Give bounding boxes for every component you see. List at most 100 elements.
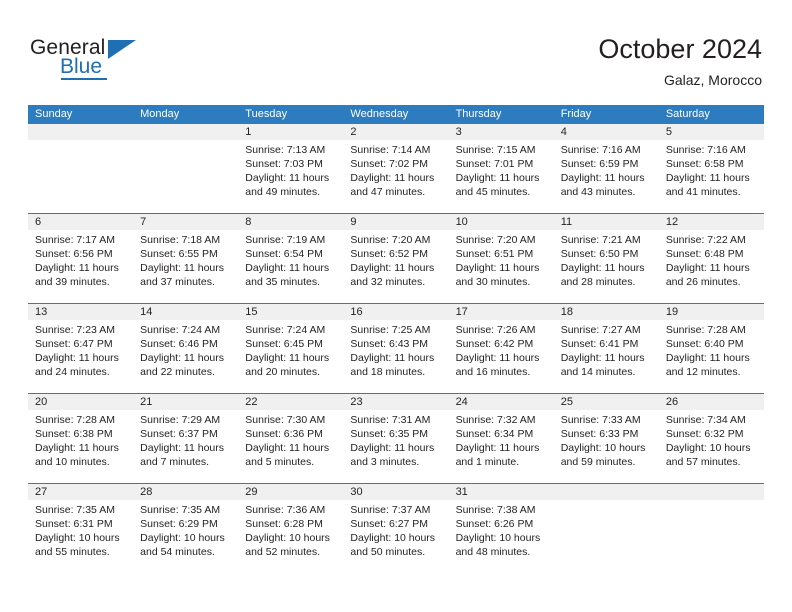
day-number[interactable]: 5 xyxy=(659,124,764,140)
day-detail-line: Daylight: 11 hours xyxy=(665,172,750,184)
day-cell[interactable]: Sunrise: 7:16 AM Sunset: 6:58 PM Daylight:… xyxy=(659,140,764,213)
day-cell[interactable]: Sunrise: 7:25 AM Sunset: 6:43 PM Daylight:… xyxy=(343,320,448,393)
day-number[interactable]: 26 xyxy=(659,394,764,410)
day-cell[interactable]: Sunrise: 7:31 AM Sunset: 6:35 PM Daylight:… xyxy=(343,410,448,483)
day-number[interactable]: 7 xyxy=(133,214,238,230)
day-detail-line: and 3 minutes. xyxy=(350,456,420,468)
day-cell-empty xyxy=(554,500,659,573)
day-cell[interactable]: Sunrise: 7:19 AM Sunset: 6:54 PM Daylight:… xyxy=(238,230,343,303)
day-cell[interactable]: Sunrise: 7:35 AM Sunset: 6:31 PM Daylight:… xyxy=(28,500,133,573)
day-detail-line: Daylight: 11 hours xyxy=(245,352,330,364)
day-cell[interactable]: Sunrise: 7:20 AM Sunset: 6:51 PM Daylight:… xyxy=(449,230,554,303)
day-number[interactable]: 31 xyxy=(449,484,554,500)
day-cell[interactable]: Sunrise: 7:34 AM Sunset: 6:32 PM Daylight:… xyxy=(659,410,764,483)
day-detail-line: Sunrise: 7:23 AM xyxy=(35,324,115,336)
day-number[interactable]: 13 xyxy=(28,304,133,320)
day-cell[interactable]: Sunrise: 7:26 AM Sunset: 6:42 PM Daylight:… xyxy=(449,320,554,393)
day-cell[interactable]: Sunrise: 7:36 AM Sunset: 6:28 PM Daylight:… xyxy=(238,500,343,573)
day-detail-line: Sunrise: 7:16 AM xyxy=(665,144,746,156)
day-detail-line: Daylight: 11 hours xyxy=(350,442,435,454)
day-number[interactable]: 19 xyxy=(659,304,764,320)
day-cell[interactable]: Sunrise: 7:20 AM Sunset: 6:52 PM Daylight:… xyxy=(343,230,448,303)
day-number[interactable]: 30 xyxy=(343,484,448,500)
day-number[interactable]: 27 xyxy=(28,484,133,500)
day-detail-line: Sunrise: 7:21 AM xyxy=(560,234,641,246)
day-cell[interactable]: Sunrise: 7:21 AM Sunset: 6:50 PM Daylight:… xyxy=(554,230,659,303)
day-detail-line: Daylight: 11 hours xyxy=(35,352,119,364)
day-number[interactable]: 1 xyxy=(238,124,343,140)
day-detail-line: Sunset: 6:55 PM xyxy=(140,248,218,260)
day-detail-line: Daylight: 10 hours xyxy=(140,532,225,544)
day-number[interactable]: 6 xyxy=(28,214,133,230)
day-detail-line: Daylight: 11 hours xyxy=(455,262,540,274)
day-cell[interactable]: Sunrise: 7:33 AM Sunset: 6:33 PM Daylight:… xyxy=(554,410,659,483)
day-detail-line: and 50 minutes. xyxy=(350,546,426,558)
day-detail-line: Sunset: 6:51 PM xyxy=(455,248,534,260)
day-detail-line: and 55 minutes. xyxy=(35,546,110,558)
day-detail-line: Daylight: 11 hours xyxy=(140,442,224,454)
day-number[interactable]: 29 xyxy=(238,484,343,500)
day-detail-line: Sunset: 6:34 PM xyxy=(455,428,534,440)
day-number[interactable]: 15 xyxy=(238,304,343,320)
day-detail-line: Sunrise: 7:27 AM xyxy=(560,324,641,336)
day-cell[interactable]: Sunrise: 7:23 AM Sunset: 6:47 PM Daylight:… xyxy=(28,320,133,393)
day-cell[interactable]: Sunrise: 7:16 AM Sunset: 6:59 PM Daylight:… xyxy=(554,140,659,213)
day-number[interactable]: 2 xyxy=(343,124,448,140)
day-detail-line: Daylight: 11 hours xyxy=(560,352,645,364)
day-detail-line: Sunset: 6:33 PM xyxy=(560,428,639,440)
day-detail-line: Sunset: 6:38 PM xyxy=(35,428,113,440)
day-cell[interactable]: Sunrise: 7:18 AM Sunset: 6:55 PM Daylight:… xyxy=(133,230,238,303)
weekday-header-row: Sunday Monday Tuesday Wednesday Thursday Frid… xyxy=(28,105,764,124)
logo-text-blue: Blue xyxy=(60,55,103,78)
day-number[interactable]: 9 xyxy=(343,214,448,230)
day-number[interactable]: 18 xyxy=(554,304,659,320)
day-number[interactable]: 16 xyxy=(343,304,448,320)
day-cell[interactable]: Sunrise: 7:24 AM Sunset: 6:45 PM Daylight:… xyxy=(238,320,343,393)
general-blue-logo[interactable]: General Blue xyxy=(30,36,160,82)
day-cell[interactable]: Sunrise: 7:32 AM Sunset: 6:34 PM Daylight:… xyxy=(449,410,554,483)
day-cell[interactable]: Sunrise: 7:14 AM Sunset: 7:02 PM Daylight:… xyxy=(343,140,448,213)
day-detail-line: Sunrise: 7:35 AM xyxy=(35,504,115,516)
day-number[interactable]: 12 xyxy=(659,214,764,230)
day-number[interactable]: 10 xyxy=(449,214,554,230)
weekday-header-thursday: Thursday xyxy=(455,108,502,120)
day-cell[interactable]: Sunrise: 7:17 AM Sunset: 6:56 PM Daylight:… xyxy=(28,230,133,303)
day-number[interactable]: 28 xyxy=(133,484,238,500)
day-detail-line: and 5 minutes. xyxy=(245,456,315,468)
weekday-header-tuesday: Tuesday xyxy=(245,108,288,120)
calendar-page: General Blue October 2024 Galaz, Morocco… xyxy=(0,0,792,612)
day-number[interactable]: 17 xyxy=(449,304,554,320)
day-number[interactable]: 24 xyxy=(449,394,554,410)
day-cell[interactable]: Sunrise: 7:24 AM Sunset: 6:46 PM Daylight:… xyxy=(133,320,238,393)
day-cell[interactable]: Sunrise: 7:13 AM Sunset: 7:03 PM Daylight:… xyxy=(238,140,343,213)
day-cell[interactable]: Sunrise: 7:27 AM Sunset: 6:41 PM Daylight:… xyxy=(554,320,659,393)
day-cell[interactable]: Sunrise: 7:22 AM Sunset: 6:48 PM Daylight:… xyxy=(659,230,764,303)
week-detail-band: Sunrise: 7:28 AM Sunset: 6:38 PM Daylight:… xyxy=(28,410,764,483)
day-number[interactable]: 14 xyxy=(133,304,238,320)
day-cell[interactable]: Sunrise: 7:28 AM Sunset: 6:38 PM Daylight:… xyxy=(28,410,133,483)
day-number[interactable]: 25 xyxy=(554,394,659,410)
day-number[interactable]: 22 xyxy=(238,394,343,410)
day-detail-line: Sunrise: 7:18 AM xyxy=(140,234,221,246)
calendar-weeks: 1 2 3 4 5 Sunrise: 7:13 AM Sunset: 7:03 PM Dayl… xyxy=(28,124,764,573)
day-number[interactable]: 3 xyxy=(449,124,554,140)
day-cell[interactable]: Sunrise: 7:38 AM Sunset: 6:26 PM Daylight:… xyxy=(449,500,554,573)
day-number[interactable]: 8 xyxy=(238,214,343,230)
day-detail-line: Daylight: 11 hours xyxy=(35,442,119,454)
day-cell[interactable]: Sunrise: 7:29 AM Sunset: 6:37 PM Daylight:… xyxy=(133,410,238,483)
day-number[interactable]: 20 xyxy=(28,394,133,410)
day-detail-line: Daylight: 10 hours xyxy=(245,532,330,544)
day-detail-line: and 24 minutes. xyxy=(35,366,110,378)
day-cell[interactable]: Sunrise: 7:28 AM Sunset: 6:40 PM Daylight:… xyxy=(659,320,764,393)
day-cell[interactable]: Sunrise: 7:30 AM Sunset: 6:36 PM Daylight:… xyxy=(238,410,343,483)
day-detail-line: Sunset: 6:31 PM xyxy=(35,518,113,530)
day-cell[interactable]: Sunrise: 7:37 AM Sunset: 6:27 PM Daylight:… xyxy=(343,500,448,573)
day-number[interactable]: 4 xyxy=(554,124,659,140)
day-cell[interactable]: Sunrise: 7:15 AM Sunset: 7:01 PM Daylight:… xyxy=(449,140,554,213)
day-number[interactable]: 23 xyxy=(343,394,448,410)
day-number[interactable]: 21 xyxy=(133,394,238,410)
day-detail-line: and 16 minutes. xyxy=(455,366,531,378)
day-cell[interactable]: Sunrise: 7:35 AM Sunset: 6:29 PM Daylight:… xyxy=(133,500,238,573)
day-number[interactable]: 11 xyxy=(554,214,659,230)
day-detail-line: and 1 minute. xyxy=(455,456,520,468)
